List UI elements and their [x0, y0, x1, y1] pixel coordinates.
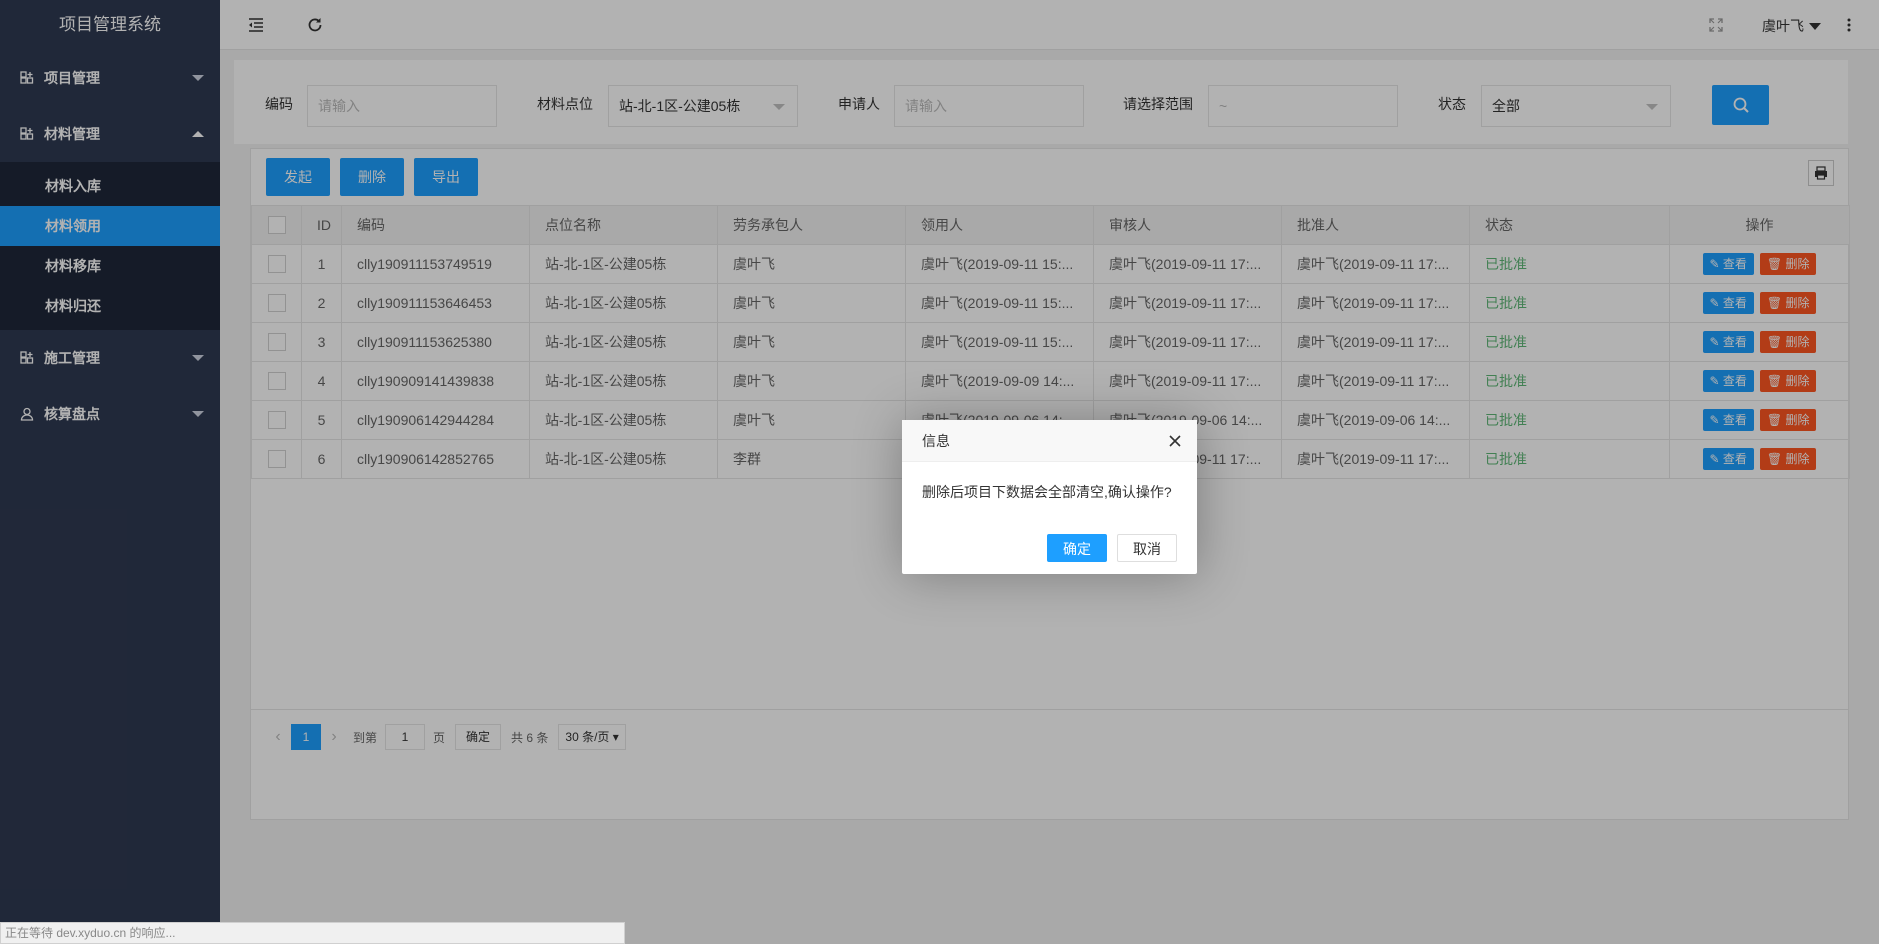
dialog-message: 删除后项目下数据会全部清空,确认操作? [922, 484, 1172, 500]
browser-status-bar: 正在等待 dev.xyduo.cn 的响应... [0, 922, 625, 944]
close-icon[interactable] [1167, 433, 1183, 449]
confirm-button[interactable]: 确定 [1047, 534, 1107, 562]
dialog-title: 信息 [902, 420, 1197, 462]
cancel-button[interactable]: 取消 [1117, 534, 1177, 562]
dialog-buttons: 确定 取消 [1037, 534, 1177, 562]
confirm-dialog: 信息 删除后项目下数据会全部清空,确认操作? 确定 取消 [902, 420, 1197, 574]
